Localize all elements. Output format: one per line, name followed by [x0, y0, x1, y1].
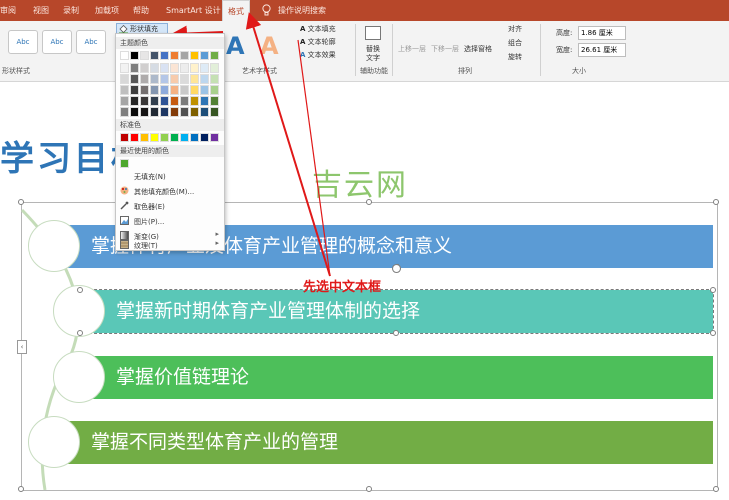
standard-color-swatch[interactable]	[140, 133, 149, 142]
theme-color-swatch[interactable]	[140, 63, 149, 73]
texture-icon	[120, 240, 129, 249]
theme-color-swatch[interactable]	[170, 107, 179, 117]
theme-color-swatch[interactable]	[170, 63, 179, 73]
standard-colors-header: 标准色	[116, 119, 224, 131]
theme-color-swatch[interactable]	[150, 85, 159, 95]
menu-item-more-fill-colors[interactable]: 其他填充颜色(M)...	[120, 186, 194, 198]
theme-color-swatch[interactable]	[130, 51, 139, 60]
theme-color-swatch[interactable]	[190, 51, 199, 60]
picture-icon	[120, 216, 129, 225]
theme-colors-header: 主题颜色	[116, 37, 224, 49]
standard-color-swatch[interactable]	[180, 133, 189, 142]
theme-color-swatch[interactable]	[200, 63, 209, 73]
theme-color-swatch[interactable]	[210, 96, 219, 106]
annotation-text: 先选中文本框	[303, 280, 382, 295]
theme-color-swatch[interactable]	[180, 51, 189, 60]
theme-color-swatch[interactable]	[170, 85, 179, 95]
menu-item-texture[interactable]: 纹理(T)	[120, 240, 158, 252]
theme-color-swatch[interactable]	[150, 74, 159, 84]
theme-color-swatch[interactable]	[170, 96, 179, 106]
theme-color-swatch[interactable]	[160, 85, 169, 95]
theme-color-swatch[interactable]	[140, 96, 149, 106]
gradient-submenu-arrow: ▸	[215, 230, 219, 238]
standard-color-swatch[interactable]	[170, 133, 179, 142]
theme-color-swatch[interactable]	[190, 107, 199, 117]
theme-color-swatch[interactable]	[140, 107, 149, 117]
standard-color-swatch[interactable]	[210, 133, 219, 142]
standard-color-swatch[interactable]	[150, 133, 159, 142]
theme-color-swatch[interactable]	[160, 107, 169, 117]
theme-color-swatch[interactable]	[150, 107, 159, 117]
theme-color-swatch[interactable]	[210, 74, 219, 84]
theme-color-swatch[interactable]	[200, 96, 209, 106]
theme-color-swatch[interactable]	[120, 63, 129, 73]
theme-color-swatch[interactable]	[130, 74, 139, 84]
menu-item-eyedropper[interactable]: 取色器(E)	[120, 201, 165, 213]
theme-color-swatch[interactable]	[150, 63, 159, 73]
annotation-arrows	[171, 12, 331, 277]
theme-color-swatch[interactable]	[140, 51, 149, 60]
theme-color-swatch[interactable]	[160, 51, 169, 60]
standard-color-swatch[interactable]	[190, 133, 199, 142]
no-fill-icon	[120, 171, 129, 180]
theme-color-swatch[interactable]	[120, 85, 129, 95]
theme-color-swatch[interactable]	[150, 51, 159, 60]
theme-color-swatch[interactable]	[190, 74, 199, 84]
theme-color-swatch[interactable]	[130, 96, 139, 106]
eyedropper-icon	[120, 201, 129, 210]
theme-color-swatch[interactable]	[190, 63, 199, 73]
theme-color-swatch[interactable]	[180, 107, 189, 117]
theme-color-swatch[interactable]	[200, 51, 209, 60]
theme-color-swatch[interactable]	[200, 74, 209, 84]
theme-color-swatch[interactable]	[140, 85, 149, 95]
recent-colors-header: 最近使用的颜色	[116, 145, 224, 157]
theme-color-swatch[interactable]	[160, 63, 169, 73]
theme-color-swatch[interactable]	[170, 51, 179, 60]
theme-color-swatch[interactable]	[210, 107, 219, 117]
theme-color-swatch[interactable]	[160, 96, 169, 106]
theme-color-swatch[interactable]	[120, 96, 129, 106]
gradient-icon	[120, 231, 129, 240]
theme-color-swatch[interactable]	[210, 51, 219, 60]
theme-color-swatch[interactable]	[150, 96, 159, 106]
theme-color-swatch[interactable]	[190, 96, 199, 106]
theme-color-swatch[interactable]	[120, 74, 129, 84]
recent-color-swatch[interactable]	[120, 159, 129, 168]
theme-color-swatch[interactable]	[180, 74, 189, 84]
standard-color-swatch[interactable]	[130, 133, 139, 142]
theme-color-swatch[interactable]	[180, 63, 189, 73]
theme-color-swatch[interactable]	[180, 85, 189, 95]
theme-color-swatch[interactable]	[160, 74, 169, 84]
texture-submenu-arrow: ▸	[215, 239, 219, 247]
menu-item-picture[interactable]: 图片(P)...	[120, 216, 164, 228]
theme-color-swatch[interactable]	[180, 96, 189, 106]
theme-color-swatch[interactable]	[120, 51, 129, 60]
palette-icon	[120, 186, 129, 195]
theme-color-swatch[interactable]	[130, 85, 139, 95]
standard-color-swatch[interactable]	[120, 133, 129, 142]
theme-color-swatch[interactable]	[190, 85, 199, 95]
standard-color-swatch[interactable]	[160, 133, 169, 142]
theme-color-swatch[interactable]	[200, 107, 209, 117]
theme-color-swatch[interactable]	[210, 63, 219, 73]
menu-item-no-fill[interactable]: 无填充(N)	[120, 171, 166, 183]
theme-color-swatch[interactable]	[120, 107, 129, 117]
shape-fill-dropdown: 主题颜色 标准色 最近使用的颜色 无填充(N) 其他填充颜色(M)... 取色器…	[115, 33, 225, 251]
theme-color-swatch[interactable]	[170, 74, 179, 84]
theme-color-swatch[interactable]	[200, 85, 209, 95]
theme-color-swatch[interactable]	[130, 63, 139, 73]
standard-color-swatch[interactable]	[200, 133, 209, 142]
theme-color-swatch[interactable]	[140, 74, 149, 84]
theme-color-swatch[interactable]	[210, 85, 219, 95]
theme-color-swatch[interactable]	[130, 107, 139, 117]
